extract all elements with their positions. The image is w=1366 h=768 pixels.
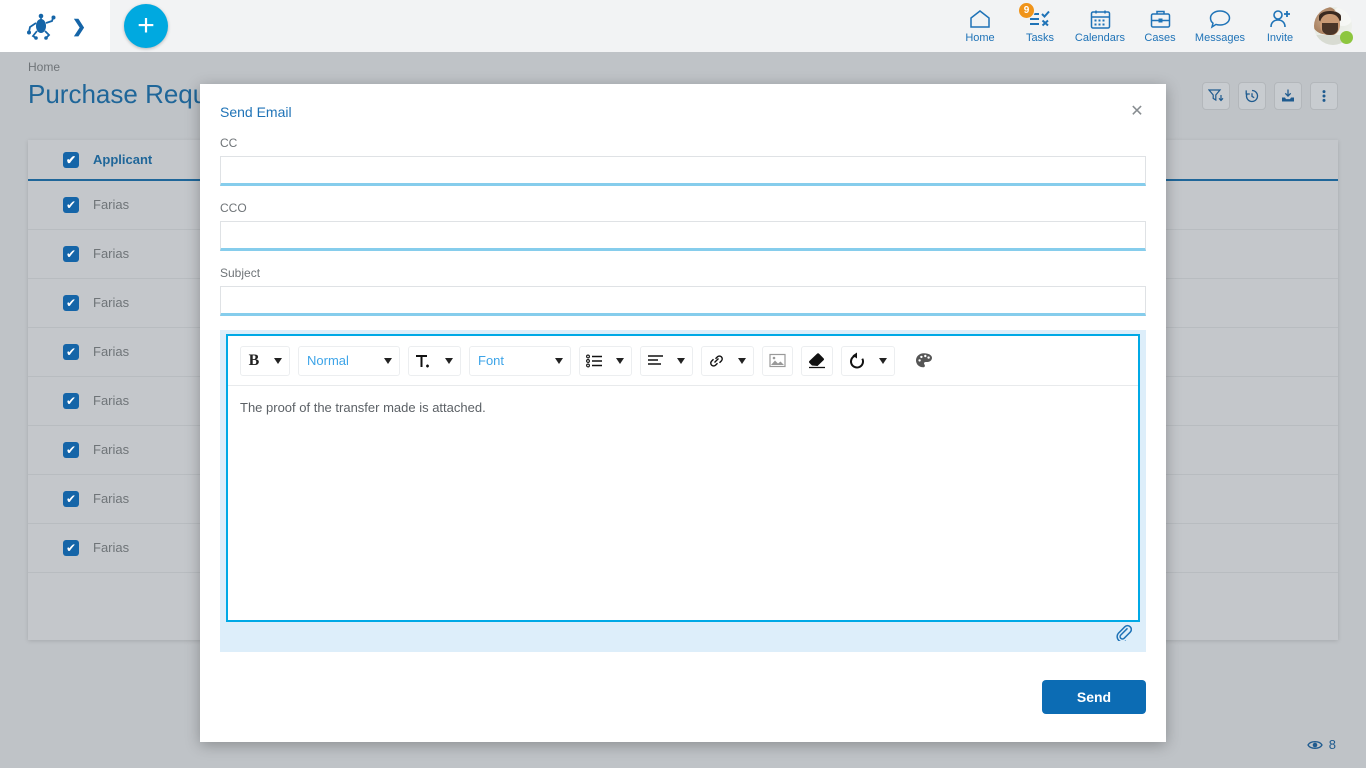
spacer bbox=[220, 186, 1146, 201]
subject-label: Subject bbox=[220, 266, 1146, 280]
cco-input[interactable] bbox=[220, 221, 1146, 251]
rich-text-editor: B Normal bbox=[226, 334, 1140, 622]
text-size-group bbox=[408, 346, 461, 376]
send-email-dialog: Send Email ✕ CC CCO Subject B bbox=[200, 84, 1166, 742]
chevron-down-icon bbox=[677, 358, 685, 364]
align-group bbox=[640, 346, 693, 376]
chevron-down-icon bbox=[445, 358, 453, 364]
undo-icon[interactable] bbox=[842, 347, 872, 375]
list-dropdown-button[interactable] bbox=[609, 347, 631, 375]
eraser-group bbox=[801, 346, 833, 376]
text-size-dropdown-button[interactable] bbox=[438, 347, 460, 375]
email-form: CC CCO Subject bbox=[220, 136, 1146, 316]
cco-label: CCO bbox=[220, 201, 1146, 215]
cc-input[interactable] bbox=[220, 156, 1146, 186]
bold-dropdown-button[interactable] bbox=[267, 347, 289, 375]
list-group bbox=[579, 346, 632, 376]
cco-field-group: CCO bbox=[220, 201, 1146, 251]
paperclip-icon bbox=[1115, 624, 1132, 641]
bulleted-list-icon[interactable] bbox=[580, 347, 609, 375]
eraser-icon[interactable] bbox=[802, 347, 832, 375]
undo-group bbox=[841, 346, 895, 376]
color-palette-icon[interactable] bbox=[909, 347, 939, 375]
paragraph-style-dropdown-button[interactable] bbox=[377, 347, 399, 375]
cc-field-group: CC bbox=[220, 136, 1146, 186]
link-group bbox=[701, 346, 754, 376]
close-icon[interactable]: ✕ bbox=[1126, 101, 1148, 123]
editor-body[interactable]: The proof of the transfer made is attach… bbox=[228, 386, 1138, 429]
editor-toolbar: B Normal bbox=[228, 336, 1138, 386]
bold-button[interactable]: B bbox=[241, 347, 267, 375]
chevron-down-icon bbox=[616, 358, 624, 364]
dialog-title: Send Email bbox=[220, 104, 292, 120]
chevron-down-icon bbox=[738, 358, 746, 364]
font-group: Font bbox=[469, 346, 571, 376]
chevron-down-icon bbox=[555, 358, 563, 364]
chevron-down-icon bbox=[274, 358, 282, 364]
paragraph-style-group: Normal bbox=[298, 346, 400, 376]
chevron-down-icon bbox=[879, 358, 887, 364]
subject-input[interactable] bbox=[220, 286, 1146, 316]
chevron-down-icon bbox=[384, 358, 392, 364]
attach-file-button[interactable] bbox=[1112, 621, 1134, 643]
text-size-icon[interactable] bbox=[409, 347, 438, 375]
send-button[interactable]: Send bbox=[1042, 680, 1146, 714]
image-group bbox=[762, 346, 793, 376]
subject-field-group: Subject bbox=[220, 266, 1146, 316]
spacer bbox=[220, 251, 1146, 266]
align-left-icon[interactable] bbox=[641, 347, 670, 375]
image-icon[interactable] bbox=[763, 347, 792, 375]
paragraph-style-select[interactable]: Normal bbox=[299, 347, 377, 375]
modal-overlay: Send Email ✕ CC CCO Subject B bbox=[0, 0, 1366, 768]
bold-group: B bbox=[240, 346, 290, 376]
font-select[interactable]: Font bbox=[470, 347, 548, 375]
link-dropdown-button[interactable] bbox=[731, 347, 753, 375]
align-dropdown-button[interactable] bbox=[670, 347, 692, 375]
font-dropdown-button[interactable] bbox=[548, 347, 570, 375]
cc-label: CC bbox=[220, 136, 1146, 150]
link-icon[interactable] bbox=[702, 347, 731, 375]
rich-text-editor-wrapper: B Normal bbox=[220, 330, 1146, 652]
undo-dropdown-button[interactable] bbox=[872, 347, 894, 375]
